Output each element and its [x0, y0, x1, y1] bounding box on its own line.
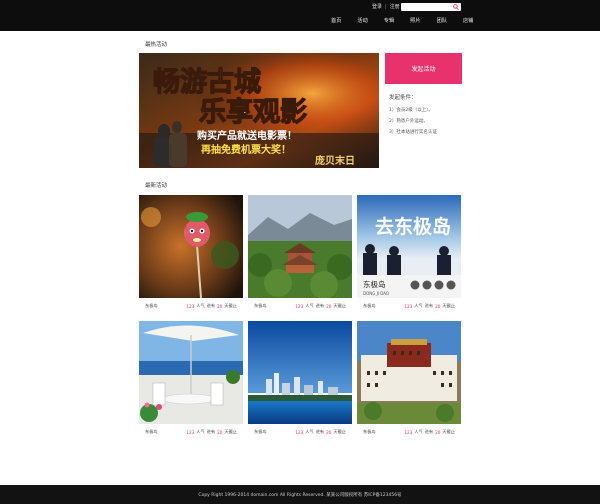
popularity-count: 123 — [404, 429, 413, 435]
event-thumbnail[interactable]: 去东极岛 东极岛 DONG JI DAO — [357, 195, 461, 298]
popularity-count: 123 — [295, 303, 304, 309]
account-links: 登录 | 注册 — [372, 3, 400, 11]
event-name: 东极岛 — [363, 303, 376, 308]
days-count: 20 — [326, 429, 332, 435]
latest-section-title: 最新活动 — [145, 183, 168, 189]
overlay-title: 东极岛 — [363, 279, 386, 289]
banner-line1: 畅游古城 — [153, 67, 261, 98]
ongoing-label: 进有 — [424, 429, 434, 434]
event-meta: 东极岛 123 人气 进有 20 天截止 — [248, 429, 352, 435]
event-meta: 东极岛 123 人气 进有 20 天截止 — [248, 303, 352, 309]
ending-label: 天截止 — [333, 303, 346, 308]
ongoing-label: 进有 — [315, 303, 325, 308]
popularity-count: 123 — [404, 303, 413, 309]
nav-item-photos[interactable]: 照片 — [410, 17, 420, 24]
conditions-block: 发起条件： 1）会员2级（以上）。 2）熟悉户外运动。 3）社本站进行实名认证 — [389, 93, 437, 140]
ending-label: 天截止 — [333, 429, 346, 434]
popularity-label: 人气 — [414, 303, 423, 308]
register-link[interactable]: 注册 — [390, 3, 400, 10]
main-nav: 首页 活动 专辑 照片 团队 店铺 — [331, 17, 489, 24]
condition-item: 3）社本站进行实名认证 — [389, 130, 437, 135]
condition-item: 2）熟悉户外运动。 — [389, 119, 428, 124]
event-name: 东极岛 — [145, 429, 158, 434]
event-name: 东极岛 — [254, 303, 267, 308]
event-meta: 东极岛 123 人气 进有 20 天截止 — [139, 303, 243, 309]
event-thumbnail[interactable] — [139, 195, 243, 298]
footer: Copy Right 1996-2014 domain.com All Righ… — [0, 485, 600, 504]
nav-item-events[interactable]: 活动 — [357, 17, 367, 24]
event-meta: 东极岛 123 人气 进有 20 天截止 — [357, 303, 461, 309]
popularity-label: 人气 — [305, 303, 314, 308]
nav-item-albums[interactable]: 专辑 — [384, 17, 394, 24]
ongoing-label: 进有 — [206, 429, 216, 434]
popularity-label: 人气 — [196, 429, 205, 434]
banner-line4: 再抽免费机票大奖！ — [201, 143, 291, 156]
popularity-label: 人气 — [305, 429, 314, 434]
comment-icon — [422, 280, 432, 290]
popularity-count: 123 — [186, 429, 195, 435]
event-thumbnail[interactable] — [248, 321, 352, 424]
card-headline: 去东极岛 — [375, 215, 451, 238]
banner-film: 庞贝末日 — [315, 154, 355, 167]
event-thumbnail[interactable] — [357, 321, 461, 424]
copyright-text: Copy Right 1996-2014 domain.com All Righ… — [198, 492, 402, 498]
nav-item-team[interactable]: 团队 — [437, 17, 447, 24]
days-count: 20 — [217, 429, 223, 435]
hot-banner[interactable]: 畅游古城 乐享观影 购买产品就送电影票！ 再抽免费机票大奖！ 庞贝末日 — [139, 53, 379, 168]
separator: | — [385, 3, 387, 10]
event-card[interactable]: 东极岛 123 人气 进有 20 天截止 — [139, 321, 243, 435]
popularity-count: 123 — [295, 429, 304, 435]
conditions-title: 发起条件： — [389, 95, 417, 101]
start-event-button[interactable]: 发起活动 — [385, 53, 462, 84]
event-card[interactable]: 东极岛 123 人气 进有 20 天截止 — [248, 195, 352, 309]
main-content: 最热活动 畅游古城 乐享观影 购买产品就送电影票！ 再抽免费机票大奖！ 庞贝末日… — [0, 31, 600, 485]
nav-item-shop[interactable]: 店铺 — [463, 17, 473, 24]
event-thumbnail[interactable] — [248, 195, 352, 298]
event-meta: 东极岛 123 人气 进有 20 天截止 — [139, 429, 243, 435]
event-thumbnail[interactable] — [139, 321, 243, 424]
ongoing-label: 进有 — [315, 429, 325, 434]
condition-item: 1）会员2级（以上）。 — [389, 108, 433, 113]
banner-line2: 乐享观影 — [199, 96, 307, 128]
event-card[interactable]: 东极岛 123 人气 进有 20 天截止 — [248, 321, 352, 435]
ongoing-label: 进有 — [424, 303, 434, 308]
days-count: 20 — [435, 303, 441, 309]
share-icon — [410, 280, 420, 290]
phone-icon — [434, 280, 444, 290]
popularity-count: 123 — [186, 303, 195, 309]
event-card[interactable]: 东极岛 123 人气 进有 20 天截止 — [357, 321, 461, 435]
event-name: 东极岛 — [145, 303, 158, 308]
mail-icon — [446, 280, 456, 290]
ending-label: 天截止 — [442, 303, 455, 308]
nav-item-home[interactable]: 首页 — [331, 17, 341, 24]
top-bar: 登录 | 注册 首页 活动 专辑 照片 团队 店铺 — [0, 0, 600, 31]
search-icon[interactable] — [453, 4, 459, 10]
popularity-label: 人气 — [414, 429, 423, 434]
event-name: 东极岛 — [363, 429, 376, 434]
ongoing-label: 进有 — [206, 303, 216, 308]
event-meta: 东极岛 123 人气 进有 20 天截止 — [357, 429, 461, 435]
overlay-subtitle: DONG JI DAO — [363, 291, 389, 296]
days-count: 20 — [217, 303, 223, 309]
days-count: 20 — [326, 303, 332, 309]
days-count: 20 — [435, 429, 441, 435]
banner-line3: 购买产品就送电影票！ — [197, 129, 297, 142]
event-card[interactable]: 东极岛 123 人气 进有 20 天截止 — [139, 195, 243, 309]
popularity-label: 人气 — [196, 303, 205, 308]
event-card[interactable]: 去东极岛 东极岛 DONG JI DAO 东极岛 123 人气 进有 20 天截… — [357, 195, 461, 309]
ending-label: 天截止 — [224, 303, 237, 308]
banner-image: 畅游古城 乐享观影 购买产品就送电影票！ 再抽免费机票大奖！ 庞贝末日 — [139, 53, 379, 168]
ending-label: 天截止 — [442, 429, 455, 434]
event-name: 东极岛 — [254, 429, 267, 434]
search-input[interactable] — [401, 3, 461, 11]
login-link[interactable]: 登录 — [372, 3, 382, 10]
ending-label: 天截止 — [224, 429, 237, 434]
hot-section-title: 最热活动 — [145, 42, 168, 48]
